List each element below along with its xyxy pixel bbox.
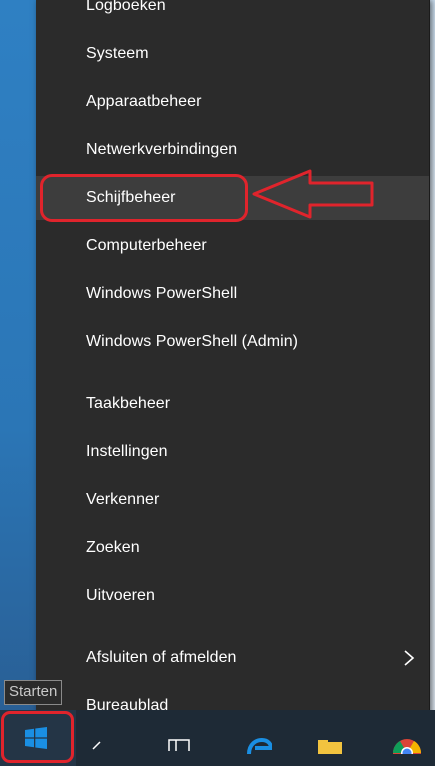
menu-item-uitvoeren[interactable]: Uitvoeren — [36, 574, 429, 618]
chrome-icon[interactable] — [392, 738, 422, 754]
annotation-arrow-icon — [252, 169, 374, 219]
file-explorer-icon[interactable] — [316, 740, 344, 754]
menu-item-label: Computerbeheer — [86, 237, 207, 254]
menu-item-taakbeheer[interactable]: Taakbeheer — [36, 382, 429, 426]
menu-item-instellingen[interactable]: Instellingen — [36, 430, 429, 474]
start-tooltip: Starten — [4, 680, 63, 705]
menu-item-label: Verkenner — [86, 491, 160, 508]
menu-item-apparaatbeheer[interactable]: Apparaatbeheer — [36, 80, 429, 124]
menu-item-label: Zoeken — [86, 539, 140, 556]
menu-item-netwerkverbindingen[interactable]: Netwerkverbindingen — [36, 128, 429, 172]
menu-item-verkenner[interactable]: Verkenner — [36, 478, 429, 522]
menu-item-systeem[interactable]: Systeem — [36, 32, 429, 76]
edge-icon[interactable] — [246, 738, 272, 754]
menu-item-logboeken[interactable]: Logboeken — [36, 0, 429, 28]
menu-item-label: Windows PowerShell — [86, 285, 238, 302]
chevron-right-icon — [404, 650, 415, 666]
menu-item-computerbeheer[interactable]: Computerbeheer — [36, 224, 429, 268]
annotation-start-ring — [1, 711, 74, 763]
menu-item-label: Netwerkverbindingen — [86, 141, 238, 158]
desktop-left-edge — [0, 0, 36, 710]
menu-item-label: Systeem — [86, 45, 149, 62]
menu-item-label: Afsluiten of afmelden — [86, 649, 237, 666]
menu-item-afsluiten-of-afmelden[interactable]: Afsluiten of afmelden — [36, 636, 429, 680]
search-icon[interactable] — [92, 738, 106, 750]
menu-item-windows-powershell-admin[interactable]: Windows PowerShell (Admin) — [36, 320, 429, 364]
menu-item-zoeken[interactable]: Zoeken — [36, 526, 429, 570]
menu-item-label: Instellingen — [86, 443, 168, 460]
task-view-icon[interactable] — [168, 739, 190, 751]
menu-item-label: Taakbeheer — [86, 395, 171, 412]
annotation-highlight-ring — [40, 174, 248, 222]
menu-item-windows-powershell[interactable]: Windows PowerShell — [36, 272, 429, 316]
menu-item-label: Logboeken — [86, 0, 166, 14]
menu-item-label: Apparaatbeheer — [86, 93, 202, 110]
menu-item-label: Windows PowerShell (Admin) — [86, 333, 299, 350]
menu-item-label: Uitvoeren — [86, 587, 155, 604]
power-user-menu: Logboeken Systeem Apparaatbeheer Netwerk… — [36, 0, 430, 738]
